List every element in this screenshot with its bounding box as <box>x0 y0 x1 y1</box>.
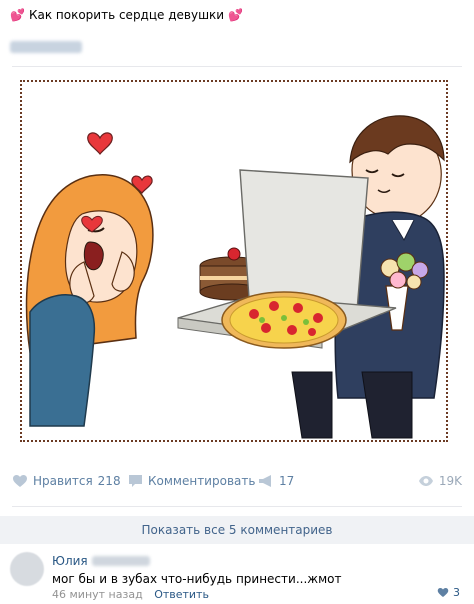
comment-author[interactable]: Юлия <box>52 554 88 568</box>
share-count: 17 <box>279 474 295 488</box>
blurred-author-surname <box>92 556 150 566</box>
post-title: 💕 Как покорить сердце девушки 💕 <box>10 8 243 22</box>
two-hearts-emoji-icon: 💕 <box>10 8 25 22</box>
heart-icon <box>13 475 27 487</box>
comment-time[interactable]: 46 минут назад <box>52 588 143 601</box>
blurred-hashtag-link[interactable] <box>10 41 82 53</box>
comment-like-button[interactable]: 3 <box>437 586 460 599</box>
girl-boy-pizza-illustration <box>25 115 445 439</box>
eye-icon <box>418 476 433 486</box>
comment-label: Комментировать <box>148 474 256 488</box>
views-count: 19K <box>438 474 462 488</box>
avatar[interactable] <box>10 552 44 586</box>
post-image[interactable] <box>20 80 448 442</box>
comment-like-count: 3 <box>453 586 460 599</box>
post-title-text: Как покорить сердце девушки <box>28 8 225 22</box>
comment-button[interactable]: Комментировать <box>128 474 255 488</box>
views-counter: 19K <box>418 474 462 488</box>
share-button[interactable]: 17 <box>258 474 294 488</box>
comment-icon <box>129 475 142 487</box>
divider <box>12 506 462 507</box>
share-megaphone-icon <box>259 475 271 487</box>
like-button[interactable]: Нравится 218 <box>12 474 121 488</box>
girl-figure <box>25 174 154 427</box>
comment-text: мог бы и в зубах что-нибудь принести...ж… <box>52 572 342 586</box>
heart-icon <box>87 132 113 155</box>
divider <box>12 66 462 67</box>
reply-button[interactable]: Ответить <box>154 588 209 601</box>
like-label: Нравится <box>33 474 93 488</box>
comment-meta: 46 минут назад Ответить <box>52 588 209 601</box>
like-count: 218 <box>97 474 121 488</box>
two-hearts-emoji-icon: 💕 <box>228 8 244 22</box>
show-all-comments-button[interactable]: Показать все 5 комментариев <box>0 516 474 544</box>
post-actions-bar: Нравится 218 Комментировать 17 19K <box>12 474 462 494</box>
comment-item: Юлия мог бы и в зубах что-нибудь принест… <box>10 552 464 601</box>
heart-icon <box>437 588 449 597</box>
